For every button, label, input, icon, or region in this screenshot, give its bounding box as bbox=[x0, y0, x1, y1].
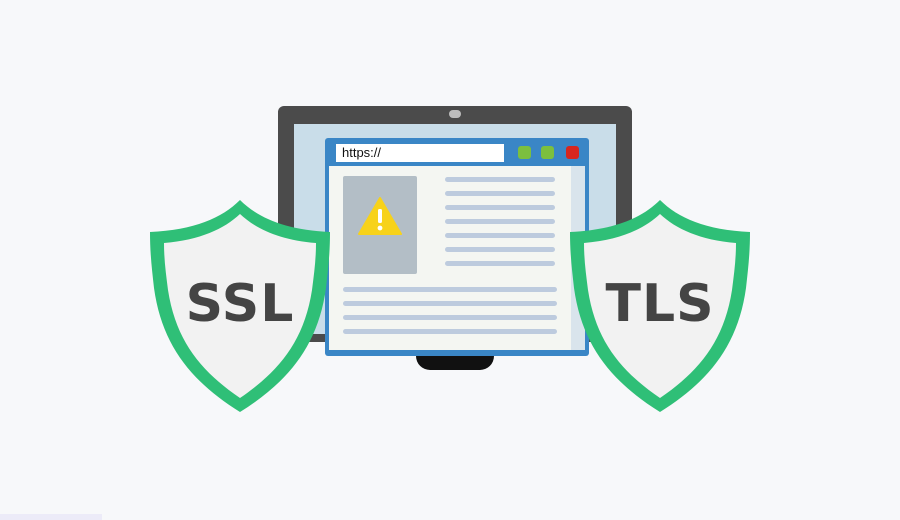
corner-strip bbox=[0, 514, 102, 520]
text-line bbox=[343, 329, 557, 334]
text-line bbox=[445, 205, 555, 210]
image-placeholder bbox=[343, 176, 417, 274]
tls-label: TLS bbox=[605, 274, 715, 334]
text-line bbox=[343, 287, 557, 292]
text-line bbox=[343, 301, 557, 306]
text-line bbox=[445, 177, 555, 182]
tls-shield: TLS bbox=[560, 196, 760, 418]
text-line bbox=[445, 191, 555, 196]
green-button-2[interactable] bbox=[541, 146, 554, 159]
text-line bbox=[445, 219, 555, 224]
monitor-stand bbox=[416, 356, 494, 370]
ssl-tls-illustration: https:// SSL TLS bbox=[0, 0, 900, 520]
text-line bbox=[445, 233, 555, 238]
ssl-label: SSL bbox=[185, 274, 295, 334]
text-line bbox=[445, 247, 555, 252]
ssl-shield: SSL bbox=[140, 196, 340, 418]
browser-page bbox=[329, 166, 571, 350]
green-button-1[interactable] bbox=[518, 146, 531, 159]
address-bar[interactable]: https:// bbox=[336, 144, 504, 162]
text-line bbox=[445, 261, 555, 266]
text-line bbox=[343, 315, 557, 320]
webcam-icon bbox=[449, 110, 461, 118]
browser-window: https:// bbox=[325, 138, 589, 356]
warning-triangle-icon bbox=[358, 197, 402, 235]
red-button[interactable] bbox=[566, 146, 579, 159]
